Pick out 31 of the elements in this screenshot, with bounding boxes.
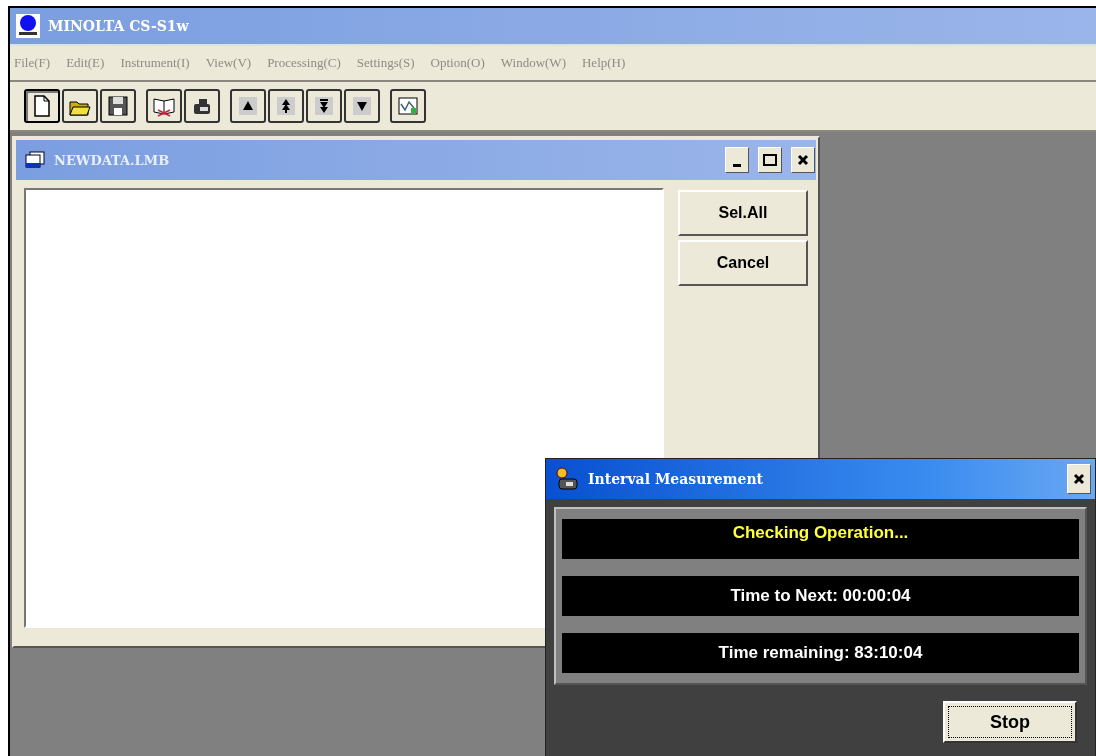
minimize-icon xyxy=(733,163,741,167)
minimize-button[interactable] xyxy=(725,147,749,173)
time-display: Time remaining: 83:10:04 xyxy=(562,633,1079,673)
toolbar-button[interactable] xyxy=(184,89,220,123)
toolbar-button[interactable] xyxy=(306,89,342,123)
dialog-title: Interval Measurement xyxy=(588,471,764,487)
folders-icon xyxy=(24,151,46,169)
child-window-title: NEWDATA.LMB xyxy=(54,152,170,168)
toolbar-button[interactable] xyxy=(344,89,380,123)
status-display: Checking Operation... xyxy=(562,519,1079,559)
toolbar-button[interactable] xyxy=(268,89,304,123)
stop-button[interactable]: Stop xyxy=(943,701,1077,743)
app-icon xyxy=(16,14,40,38)
toolbar-button[interactable] xyxy=(62,89,98,123)
close-button[interactable] xyxy=(1067,464,1091,494)
chart-icon xyxy=(396,94,420,118)
toolbar-button[interactable] xyxy=(230,89,266,123)
close-button[interactable] xyxy=(791,147,815,173)
maximize-icon xyxy=(763,154,777,166)
push-button[interactable]: Cancel xyxy=(678,240,808,286)
toolbar-button[interactable] xyxy=(390,89,426,123)
toolbar-button[interactable] xyxy=(100,89,136,123)
instrument-icon xyxy=(554,466,580,492)
maximize-button[interactable] xyxy=(758,147,782,173)
toolbar-button[interactable] xyxy=(146,89,182,123)
toolbar-button[interactable] xyxy=(24,89,60,123)
close-icon xyxy=(1073,473,1085,485)
push-button[interactable]: Sel.All xyxy=(678,190,808,236)
time-display: Time to Next: 00:00:04 xyxy=(562,576,1079,616)
window-title: MINOLTA CS-S1w xyxy=(48,18,189,34)
close-icon xyxy=(797,154,809,166)
